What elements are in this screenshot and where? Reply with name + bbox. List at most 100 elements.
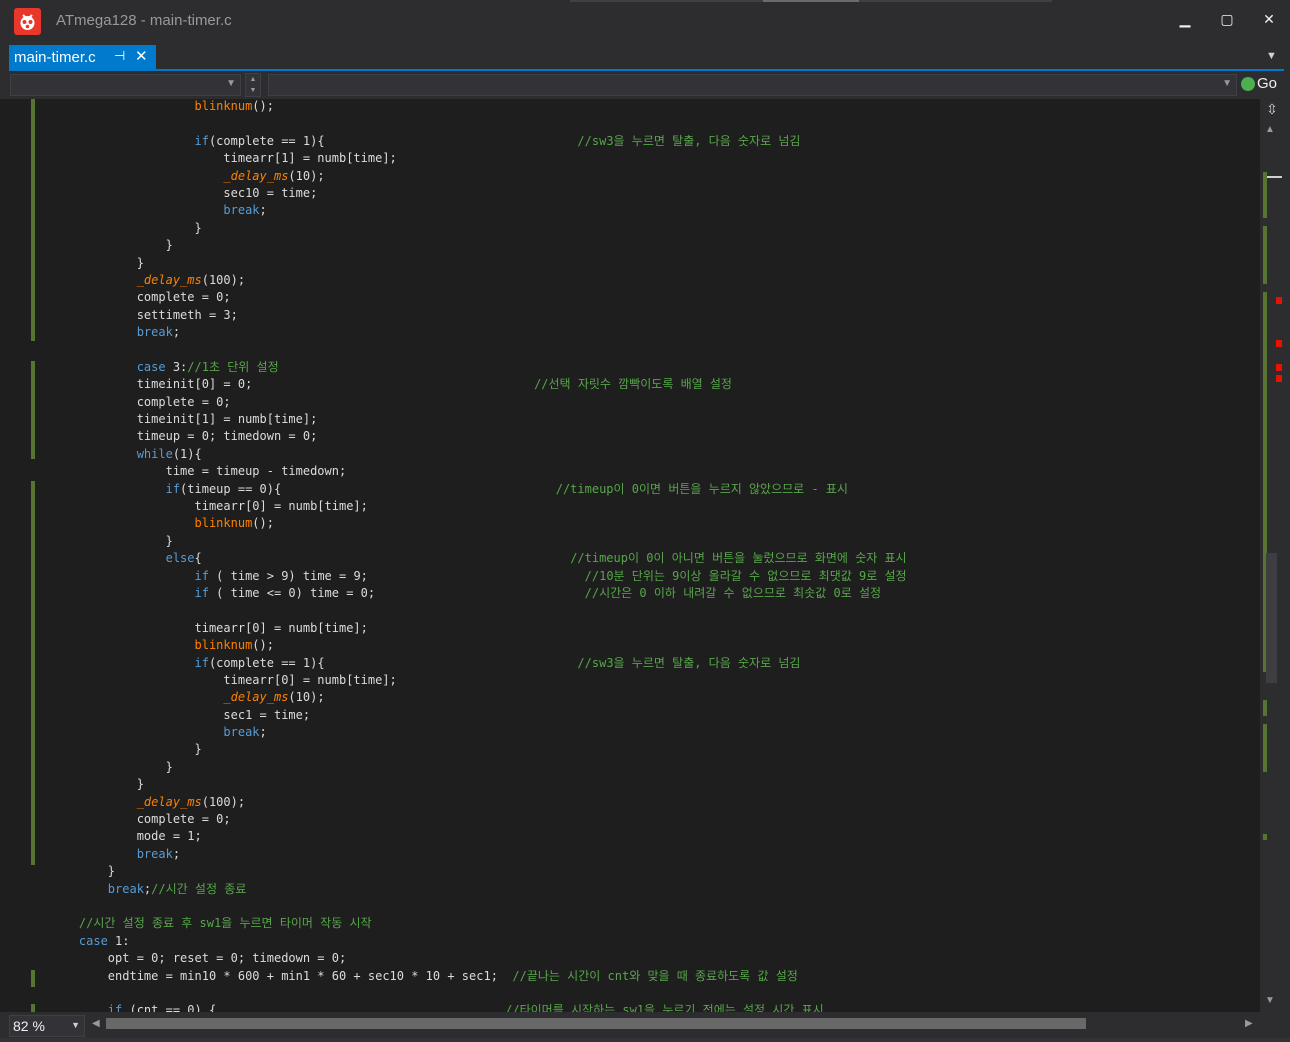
code-token: sec1 = time; [50, 707, 311, 722]
pin-icon[interactable]: ⊣ [114, 48, 125, 64]
code-token: if [194, 133, 209, 148]
code-line: mode = 1; [50, 828, 907, 845]
title-bar: ATmega128 - main-timer.c ▁ ▢ ✕ [0, 0, 1290, 42]
code-line: timearr[0] = numb[time]; [50, 498, 907, 515]
code-line: complete = 0; [50, 394, 907, 411]
scroll-right-arrow-icon[interactable]: ▶ [1245, 1018, 1253, 1029]
code-token: (); [252, 516, 274, 531]
code-line: if(timeup == 0){ //timeup이 0이면 버튼을 누르지 않… [50, 481, 907, 498]
horizontal-scroll-thumb[interactable] [106, 1018, 1086, 1029]
scroll-up-arrow-icon[interactable]: ▲ [1265, 124, 1275, 135]
code-token: ( time <= 0) time = 0; [208, 585, 585, 600]
code-line: break; [50, 724, 907, 741]
zoom-dropdown[interactable]: 82 % ▼ [9, 1015, 85, 1037]
tab-overflow-chevron-down-icon[interactable]: ▼ [1266, 50, 1277, 62]
split-window-icon[interactable]: ⇳ [1264, 101, 1280, 118]
code-line: //시간 설정 종료 후 sw1을 누르면 타이머 작동 시작 [50, 915, 907, 932]
scroll-down-arrow-icon[interactable]: ▼ [1265, 995, 1275, 1006]
go-button[interactable]: Go [1240, 74, 1282, 96]
zoom-level: 82 % [13, 1018, 45, 1034]
code-line: } [50, 776, 907, 793]
code-line: sec10 = time; [50, 185, 907, 202]
code-comment: //선택 자릿수 깜빡이도록 배열 설정 [534, 377, 732, 392]
code-token: (1){ [172, 446, 202, 461]
code-token: (100); [201, 794, 246, 809]
code-line: if(complete == 1){ //sw3을 누르면 탈출, 다음 숫자로… [50, 655, 907, 672]
member-dropdown[interactable]: ▼ [268, 74, 1237, 96]
code-token: complete = 0; [50, 394, 231, 409]
code-token: if [107, 1003, 123, 1012]
code-line: } [50, 759, 907, 776]
code-line: if(complete == 1){ //sw3을 누르면 탈출, 다음 숫자로… [50, 133, 907, 150]
tab-label: main-timer.c [14, 49, 96, 66]
code-token: complete = 0; [50, 812, 231, 827]
code-line: } [50, 533, 907, 550]
maximize-button[interactable]: ▢ [1207, 6, 1247, 32]
code-line: _delay_ms(10); [50, 168, 907, 185]
vertical-scroll-thumb[interactable] [1266, 553, 1277, 683]
minimize-button[interactable]: ▁ [1165, 6, 1205, 32]
atmel-studio-bug-icon [14, 8, 41, 35]
code-token: blinknum [194, 638, 253, 653]
code-token: { [194, 551, 571, 566]
code-token: _delay_ms [136, 794, 202, 809]
code-token: (complete == 1){ [208, 133, 578, 148]
code-token: sec10 = time; [50, 185, 318, 200]
code-token: opt = 0; reset = 0; timedown = 0; [50, 951, 347, 966]
code-line: } [50, 237, 907, 254]
scope-spinner[interactable]: ▲ ▼ [245, 73, 261, 97]
code-token: if [194, 568, 209, 583]
code-line: if (cnt == 0) { //타이머를 시작하는 sw1을 누르기 전에는… [50, 1002, 907, 1012]
code-token: } [50, 238, 173, 253]
document-tab-row: main-timer.c ⊣ ✕ ▼ [0, 42, 1290, 70]
code-line: settimeth = 3; [50, 307, 907, 324]
code-editor[interactable]: blinknum(); if(complete == 1){ //sw3을 누르… [0, 99, 1260, 1012]
code-token: timearr[0] = numb[time]; [50, 620, 368, 635]
code-token: 1: [107, 933, 130, 948]
code-token: timearr[1] = numb[time]; [50, 151, 397, 166]
code-token: } [50, 255, 144, 270]
code-token: timearr[0] = numb[time]; [50, 498, 368, 513]
error-overview-mark [1276, 375, 1282, 382]
code-token: (timeup == 0){ [180, 481, 556, 496]
quick-launch-indicator [763, 0, 859, 2]
code-token: break [136, 325, 173, 340]
code-comment: //시간 설정 종료 [151, 881, 247, 896]
code-comment: //sw3을 누르면 탈출, 다음 숫자로 넘김 [577, 655, 801, 670]
code-token: if [194, 585, 209, 600]
change-overview-mark [1263, 724, 1267, 772]
scope-dropdown[interactable]: ▼ [10, 74, 241, 96]
code-token: (); [252, 638, 274, 653]
close-window-button[interactable]: ✕ [1249, 6, 1289, 32]
tab-main-timer[interactable]: main-timer.c ⊣ ✕ [9, 45, 156, 70]
code-token: if [194, 655, 209, 670]
code-line: } [50, 863, 907, 880]
window-bottom-border [0, 1038, 1290, 1042]
code-token: _delay_ms [223, 690, 289, 705]
change-marker [31, 1004, 35, 1012]
code-comment: //시간은 0 이하 내려갈 수 없으므로 최솟값 0로 설정 [584, 585, 882, 600]
code-comment: //끝나는 시간이 cnt와 맞을 때 종료하도록 값 설정 [512, 968, 798, 983]
code-token: case [78, 933, 108, 948]
code-line: timeup = 0; timedown = 0; [50, 428, 907, 445]
close-tab-icon[interactable]: ✕ [135, 47, 148, 65]
chevron-down-icon: ▼ [226, 78, 236, 89]
code-token: endtime = min10 * 600 + min1 * 60 + sec1… [50, 968, 513, 983]
code-token: time = timeup - timedown; [50, 464, 347, 479]
code-token: (cnt == 0) { [122, 1003, 506, 1012]
scroll-left-arrow-icon[interactable]: ◀ [92, 1018, 100, 1029]
change-marker [31, 99, 35, 341]
